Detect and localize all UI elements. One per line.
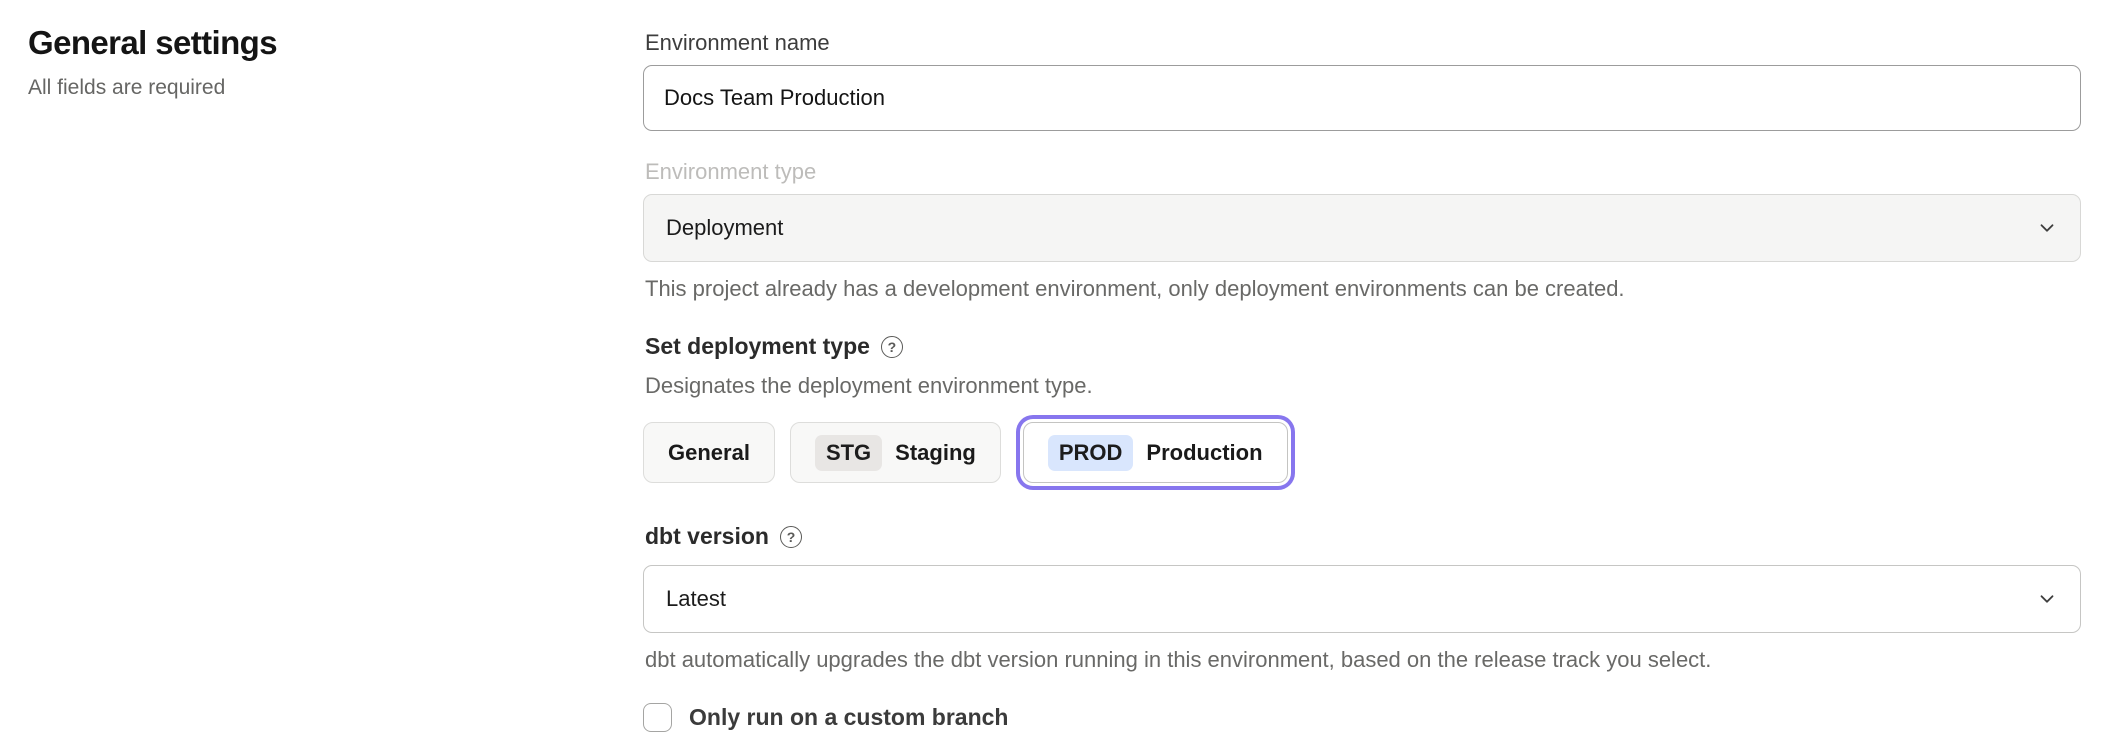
help-icon[interactable]: ?	[780, 526, 802, 548]
chevron-down-icon	[2036, 588, 2058, 610]
deployment-type-production-label: Production	[1146, 440, 1262, 466]
deployment-type-description: Designates the deployment environment ty…	[645, 373, 2081, 399]
dbt-version-heading-row: dbt version ?	[645, 523, 2081, 550]
custom-branch-row: Only run on a custom branch	[643, 703, 2081, 732]
environment-name-input[interactable]	[643, 65, 2081, 131]
dbt-version-helper: dbt automatically upgrades the dbt versi…	[645, 647, 2081, 673]
environment-type-select: Deployment	[643, 194, 2081, 262]
deployment-type-heading: Set deployment type	[645, 333, 870, 360]
deployment-type-production-button[interactable]: PROD Production	[1023, 422, 1288, 483]
deployment-type-staging-button[interactable]: STG Staging	[790, 422, 1001, 483]
staging-badge: STG	[815, 435, 882, 471]
chevron-down-icon	[2036, 217, 2058, 239]
general-settings-form: Environment name Environment type Deploy…	[643, 30, 2081, 732]
settings-summary-panel: General settings All fields are required	[28, 24, 588, 100]
custom-branch-label: Only run on a custom branch	[689, 704, 1008, 731]
environment-type-helper: This project already has a development e…	[645, 276, 2081, 302]
page-subtitle: All fields are required	[28, 76, 588, 100]
environment-type-value: Deployment	[666, 215, 783, 241]
deployment-type-options: General STG Staging PROD Production	[643, 415, 2081, 490]
dbt-version-value: Latest	[666, 586, 726, 612]
environment-type-label: Environment type	[645, 159, 2081, 185]
production-badge: PROD	[1048, 435, 1134, 471]
environment-name-label: Environment name	[645, 30, 2081, 56]
custom-branch-checkbox[interactable]	[643, 703, 672, 732]
dbt-version-select[interactable]: Latest	[643, 565, 2081, 633]
dbt-version-heading: dbt version	[645, 523, 769, 550]
deployment-type-heading-row: Set deployment type ?	[645, 333, 2081, 360]
page-title: General settings	[28, 24, 588, 62]
deployment-type-general-button[interactable]: General	[643, 422, 775, 483]
help-icon[interactable]: ?	[881, 336, 903, 358]
deployment-type-general-label: General	[668, 440, 750, 466]
deployment-type-staging-label: Staging	[895, 440, 976, 466]
